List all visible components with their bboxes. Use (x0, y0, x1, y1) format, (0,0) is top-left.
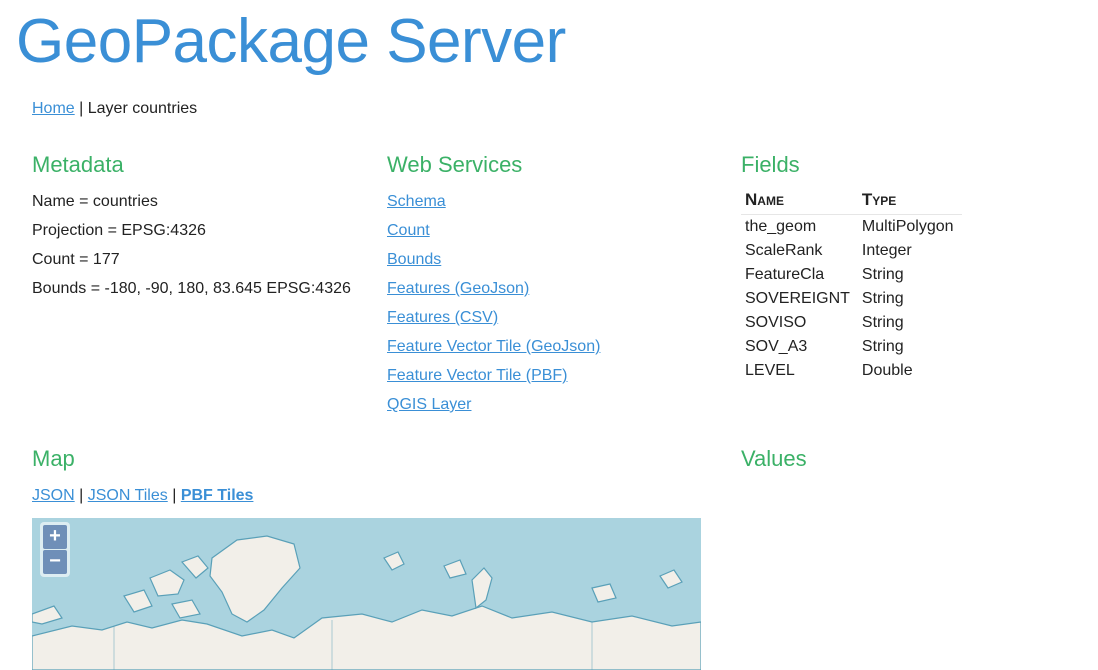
fields-col-name: Name (741, 190, 858, 215)
map-link-separator: | (172, 487, 177, 504)
map-heading: Map (32, 446, 75, 471)
field-name: the_geom (745, 218, 817, 235)
breadcrumb-current: Layer countries (87, 100, 198, 117)
json-link[interactable]: JSON (32, 487, 75, 504)
field-type: String (861, 338, 904, 355)
island-shape (471, 567, 493, 610)
table-row: SOVEREIGNT String (741, 287, 962, 311)
island-shape (659, 569, 683, 589)
zoom-out-button[interactable]: − (43, 550, 67, 574)
field-type: String (861, 266, 904, 283)
metadata-projection: Projection = EPSG:4326 (32, 222, 206, 239)
field-name: SOV_A3 (745, 338, 808, 355)
breadcrumb-home-link[interactable]: Home (32, 100, 75, 117)
map-format-links: JSON | JSON Tiles | PBF Tiles (32, 487, 253, 505)
field-type: Integer (861, 242, 912, 259)
map-link-separator: | (79, 487, 84, 504)
pbf-tiles-link[interactable]: PBF Tiles (181, 487, 254, 504)
metadata-name: Name = countries (32, 193, 158, 210)
field-name: FeatureCla (745, 266, 825, 283)
zoom-control: + − (40, 522, 70, 577)
table-row: FeatureCla String (741, 263, 962, 287)
metadata-heading: Metadata (32, 152, 124, 177)
island-shape (443, 559, 467, 579)
field-type: String (861, 314, 904, 331)
fields-table-wrap: Name Type the_geom MultiPolygon ScaleRank… (741, 190, 962, 383)
field-name: LEVEL (745, 362, 795, 379)
web-services-heading: Web Services (387, 152, 523, 177)
island-shape (149, 569, 185, 597)
field-type: String (861, 290, 904, 307)
feature-vector-tile-pbf-link[interactable]: Feature Vector Tile (PBF) (387, 367, 568, 384)
metadata-bounds: Bounds = -180, -90, 180, 83.645 EPSG:432… (32, 280, 351, 297)
page-title: GeoPackage Server (16, 7, 566, 76)
island-shape (383, 551, 405, 571)
table-row: ScaleRank Integer (741, 239, 962, 263)
metadata-count: Count = 177 (32, 251, 120, 268)
table-row: the_geom MultiPolygon (741, 215, 962, 240)
zoom-in-button[interactable]: + (43, 525, 67, 549)
features-csv-link[interactable]: Features (CSV) (387, 309, 498, 326)
field-name: ScaleRank (745, 242, 823, 259)
count-link[interactable]: Count (387, 222, 430, 239)
web-services-list: Schema Count Bounds Features (GeoJson) F… (387, 192, 600, 424)
features-geojson-link[interactable]: Features (GeoJson) (387, 280, 529, 297)
schema-link[interactable]: Schema (387, 193, 446, 210)
field-name: SOVISO (745, 314, 807, 331)
json-tiles-link[interactable]: JSON Tiles (88, 487, 168, 504)
values-heading: Values (741, 446, 807, 471)
island-shape (171, 599, 201, 619)
island-shape (180, 555, 209, 579)
fields-heading: Fields (741, 152, 800, 177)
map-tiles (32, 535, 701, 670)
field-type: Double (861, 362, 913, 379)
table-row: SOVISO String (741, 311, 962, 335)
island-shape (123, 589, 153, 613)
breadcrumb: Home | Layer countries (32, 100, 197, 118)
map-viewport[interactable]: + − (32, 518, 701, 670)
table-row: LEVEL Double (741, 359, 962, 383)
fields-table: Name Type the_geom MultiPolygon ScaleRank… (741, 190, 962, 383)
breadcrumb-separator: | (79, 100, 84, 117)
feature-vector-tile-geojson-link[interactable]: Feature Vector Tile (GeoJson) (387, 338, 600, 355)
fields-col-type: Type (857, 190, 962, 215)
field-type: MultiPolygon (861, 218, 954, 235)
qgis-layer-link[interactable]: QGIS Layer (387, 396, 471, 413)
metadata-list: Name = countries Projection = EPSG:4326 … (32, 192, 351, 308)
island-shape (32, 605, 63, 625)
mainland-shape (32, 605, 701, 670)
island-shape (591, 583, 617, 603)
greenland-shape (209, 535, 301, 623)
field-name: SOVEREIGNT (745, 290, 850, 307)
bounds-link[interactable]: Bounds (387, 251, 441, 268)
table-row: SOV_A3 String (741, 335, 962, 359)
